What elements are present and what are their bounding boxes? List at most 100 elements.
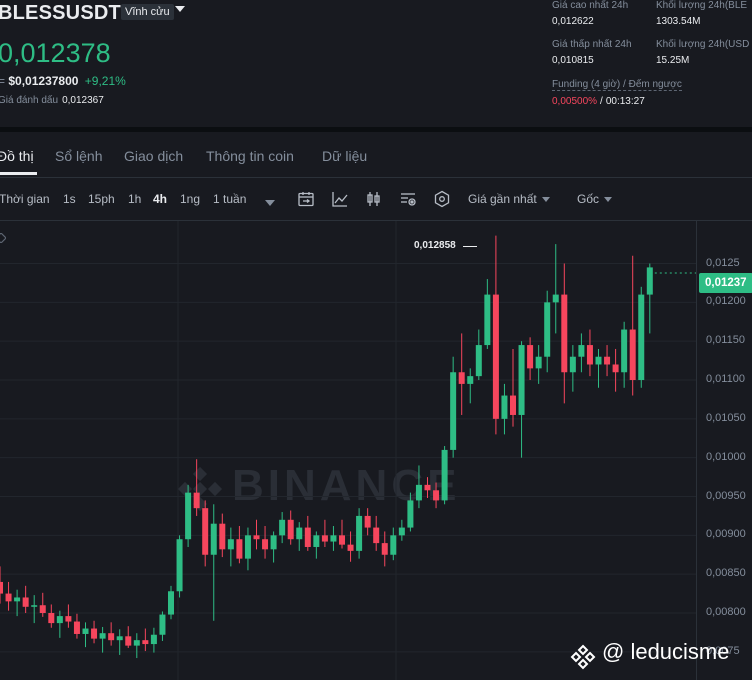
candle-body: [441, 449, 448, 501]
interval-1w[interactable]: 1 tuần: [213, 192, 246, 206]
funding-label[interactable]: Funding (4 giờ) / Đếm ngược: [552, 79, 682, 91]
candle-body: [287, 519, 294, 540]
tab-data[interactable]: Dữ liệu: [322, 148, 367, 164]
candle-body: [5, 593, 12, 602]
candle: [527, 337, 534, 381]
stat-label: Khối lượng 24h(BLE: [656, 0, 748, 11]
scale-mode-label: Gốc: [577, 192, 600, 206]
candle-body: [544, 302, 551, 357]
current-price-tag: 0,01237: [699, 273, 752, 293]
candle-body: [612, 364, 619, 373]
candle-body: [133, 640, 140, 646]
candle-body: [0, 581, 3, 594]
candle: [595, 348, 602, 388]
candle-body: [296, 527, 303, 540]
stat-label: Giá cao nhất 24h: [552, 0, 629, 11]
candle-body: [433, 490, 440, 501]
settings-hex-icon[interactable]: [433, 190, 451, 208]
candle: [159, 611, 166, 641]
candle-body: [168, 591, 174, 615]
high-price-marker-line: [463, 246, 477, 247]
candle: [202, 500, 209, 567]
candle-body: [535, 356, 542, 369]
candle: [65, 604, 72, 628]
candle-body: [373, 527, 380, 544]
interval-4h[interactable]: 4h: [153, 192, 167, 206]
candle-body: [150, 634, 157, 645]
indicators-icon[interactable]: [399, 190, 417, 208]
candle: [48, 604, 55, 628]
candle-body: [330, 535, 337, 542]
credit-handle: @ leducisme: [602, 639, 730, 664]
candle-body: [304, 527, 311, 547]
chevron-down-icon: [541, 197, 550, 203]
candle-body: [390, 535, 397, 555]
stat-24h-volume-quote: Khối lượng 24h(USD 15.25M: [656, 39, 749, 66]
candle-body: [31, 605, 38, 607]
candle-body: [321, 535, 328, 542]
chevron-down-icon: [604, 197, 613, 203]
line-chart-icon[interactable]: [331, 190, 349, 208]
price-type-label: Giá gần nhất: [468, 192, 537, 206]
candle-body: [176, 539, 183, 592]
price-axis-tick: 0,00900: [706, 528, 746, 541]
candle: [125, 626, 132, 648]
candle-body: [578, 345, 585, 357]
candle-body: [339, 535, 345, 545]
symbol-dropdown-caret-icon[interactable]: [175, 6, 185, 12]
candle-body: [202, 508, 209, 555]
candle: [321, 519, 328, 547]
candlestick-chart[interactable]: BINANCE 0,012858 0,0125 0,01200 0,01150 0,0…: [0, 221, 752, 680]
candle-body: [108, 633, 115, 641]
candle-body: [125, 636, 132, 646]
price-axis-tick: 0,00800: [706, 606, 746, 618]
candle: [518, 341, 525, 458]
candle: [244, 527, 251, 571]
candle: [279, 512, 286, 544]
candle: [56, 610, 63, 638]
tab-order-book[interactable]: Sổ lệnh: [55, 148, 102, 164]
candle: [433, 482, 440, 509]
candles-icon[interactable]: [365, 190, 383, 208]
candle: [262, 526, 269, 559]
contract-type-badge[interactable]: Vĩnh cửu: [121, 4, 174, 20]
candle-body: [586, 345, 593, 365]
candle: [407, 492, 414, 532]
interval-1d[interactable]: 1ng: [180, 192, 200, 206]
calendar-icon[interactable]: [297, 190, 315, 208]
tab-coin-info[interactable]: Thông tin coin: [206, 148, 294, 164]
funding-rate: 0,00500%: [552, 96, 598, 107]
candle: [253, 519, 260, 550]
candle-body: [638, 294, 645, 381]
candle: [296, 522, 303, 551]
interval-more-caret-icon[interactable]: [265, 194, 283, 212]
change-percent: +9,21%: [84, 74, 126, 88]
candle: [561, 263, 568, 404]
candle-body: [159, 614, 166, 635]
candle: [356, 508, 363, 559]
stat-value: 0,010815: [552, 55, 594, 66]
candle-body: [510, 395, 516, 415]
candle-body: [56, 616, 63, 624]
candle: [390, 527, 397, 561]
candle-body: [407, 500, 414, 528]
tab-chart[interactable]: Đồ thị: [0, 148, 34, 164]
main-tabs: Đồ thị Sổ lệnh Giao dịch Thông tin coin …: [0, 132, 752, 177]
candle-body: [116, 636, 123, 641]
candle-body: [14, 597, 21, 602]
scale-mode-select[interactable]: Gốc: [577, 192, 613, 206]
candle-body: [424, 484, 431, 491]
candle: [73, 613, 80, 639]
interval-1s[interactable]: 1s: [63, 192, 76, 206]
candle: [467, 368, 474, 404]
candle-body: [22, 597, 29, 607]
tab-trades[interactable]: Giao dịch: [124, 148, 183, 164]
price-type-select[interactable]: Giá gần nhất: [468, 192, 550, 206]
candle-body: [193, 492, 200, 509]
symbol-title[interactable]: BLESSUSDT: [0, 2, 121, 25]
interval-15m[interactable]: 15ph: [88, 192, 115, 206]
stat-value: 0,012622: [552, 16, 594, 27]
drawing-tool-diamond-icon[interactable]: [0, 233, 6, 243]
candle-body: [501, 395, 508, 419]
interval-1h[interactable]: 1h: [128, 192, 141, 206]
